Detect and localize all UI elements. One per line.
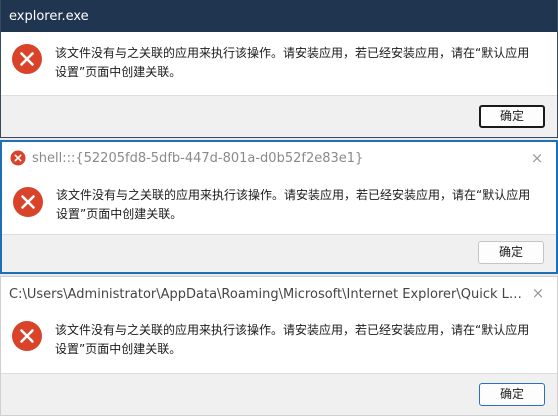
ok-button[interactable]: 确定 — [479, 383, 545, 406]
error-dialog-quick-launch: C:\Users\Administrator\AppData\Roaming\M… — [0, 276, 558, 416]
desktop: explorer.exe 该文件没有与之关联的应用来执行该操作。请安装应用，若已… — [0, 0, 558, 416]
dialog-title: explorer.exe — [9, 8, 89, 24]
dialog-footer: 确定 — [1, 95, 557, 137]
error-icon — [12, 321, 42, 351]
dialog-titlebar[interactable]: C:\Users\Administrator\AppData\Roaming\M… — [1, 277, 557, 311]
error-icon — [10, 150, 26, 166]
dialog-title: C:\Users\Administrator\AppData\Roaming\M… — [9, 286, 523, 302]
dialog-footer: 确定 — [2, 234, 556, 272]
dialog-content: 该文件没有与之关联的应用来执行该操作。请安装应用，若已经安装应用，请在“默认应用… — [1, 32, 557, 94]
close-icon[interactable]: × — [528, 149, 546, 167]
error-icon — [13, 187, 43, 217]
ok-button[interactable]: 确定 — [478, 241, 544, 264]
error-dialog-explorer: explorer.exe 该文件没有与之关联的应用来执行该操作。请安装应用，若已… — [0, 0, 558, 138]
dialog-content: 该文件没有与之关联的应用来执行该操作。请安装应用，若已经安装应用，请在“默认应用… — [1, 311, 557, 373]
dialog-footer: 确定 — [1, 373, 557, 415]
close-icon[interactable]: × — [529, 284, 547, 302]
error-dialog-shell: shell:::{52205fd8-5dfb-447d-801a-d0b52f2… — [0, 140, 558, 274]
ok-button[interactable]: 确定 — [479, 105, 545, 128]
dialog-content: 该文件没有与之关联的应用来执行该操作。请安装应用，若已经安装应用，请在“默认应用… — [2, 174, 556, 236]
dialog-titlebar[interactable]: explorer.exe — [1, 0, 557, 32]
error-message: 该文件没有与之关联的应用来执行该操作。请安装应用，若已经安装应用，请在“默认应用… — [56, 188, 531, 221]
dialog-titlebar[interactable]: shell:::{52205fd8-5dfb-447d-801a-d0b52f2… — [2, 142, 556, 174]
dialog-title: shell:::{52205fd8-5dfb-447d-801a-d0b52f2… — [32, 150, 364, 166]
error-message: 该文件没有与之关联的应用来执行该操作。请安装应用，若已经安装应用，请在“默认应用… — [55, 46, 530, 79]
error-icon — [12, 44, 42, 74]
error-message: 该文件没有与之关联的应用来执行该操作。请安装应用，若已经安装应用，请在“默认应用… — [55, 323, 530, 356]
